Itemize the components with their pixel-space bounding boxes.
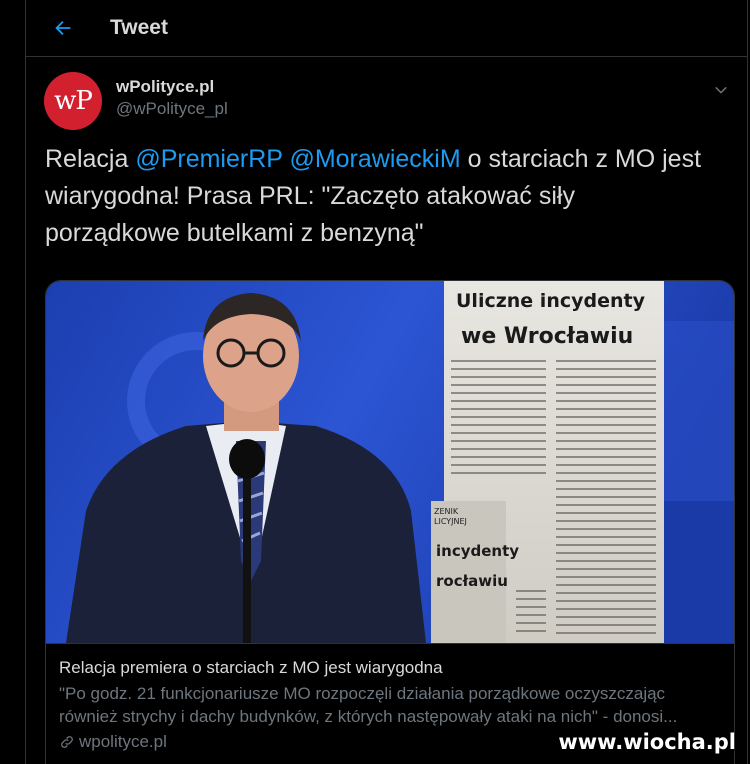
card-domain-text: wpolityce.pl	[79, 732, 167, 751]
card-title: Relacja premiera o starciach z MO jest w…	[59, 658, 443, 677]
mention-link[interactable]: @MorawieckiM	[289, 145, 460, 173]
tweet-author: wP wPolityce.pl @wPolityce_pl	[44, 70, 747, 132]
watermark: www.wiocha.pl	[558, 730, 736, 754]
link-icon	[61, 736, 73, 748]
avatar[interactable]: wP	[44, 72, 102, 130]
mention-link[interactable]: @PremierRP	[135, 145, 282, 173]
chevron-down-icon	[715, 86, 727, 94]
page-title: Tweet	[110, 16, 168, 39]
newspaper-headline: we Wrocławiu	[461, 324, 633, 349]
card-image: Uliczne incydenty we Wrocławiu ZENIK LIC…	[46, 281, 734, 643]
newspaper-small-text: rocławiu	[436, 572, 508, 590]
card-domain: wpolityce.pl	[59, 732, 167, 752]
author-names: wPolityce.pl @wPolityce_pl	[116, 76, 228, 120]
arrow-left-icon	[55, 20, 71, 36]
newspaper-headline: Uliczne incydenty	[456, 290, 646, 312]
more-options-button[interactable]	[707, 76, 735, 104]
newspaper-small-text: ZENIK	[434, 507, 459, 516]
author-display-name[interactable]: wPolityce.pl	[116, 76, 228, 98]
link-card[interactable]: Uliczne incydenty we Wrocławiu ZENIK LIC…	[45, 280, 735, 764]
avatar-logo-text: wP	[54, 86, 93, 116]
newspaper-small-text: incydenty	[436, 542, 519, 560]
header: Tweet	[26, 0, 747, 57]
card-description: "Po godz. 21 funkcjonariusze MO rozpoczę…	[59, 684, 678, 726]
author-handle[interactable]: @wPolityce_pl	[116, 98, 228, 120]
tweet-page: Tweet wP wPolityce.pl @wPolityce_pl Rela…	[25, 0, 748, 764]
newspaper-small-text: LICYJNEJ	[434, 517, 467, 526]
tweet-text: Relacja @PremierRP @MorawieckiM o starci…	[45, 141, 705, 252]
back-button[interactable]	[44, 9, 82, 47]
tweet-text-part: Relacja	[45, 145, 136, 173]
